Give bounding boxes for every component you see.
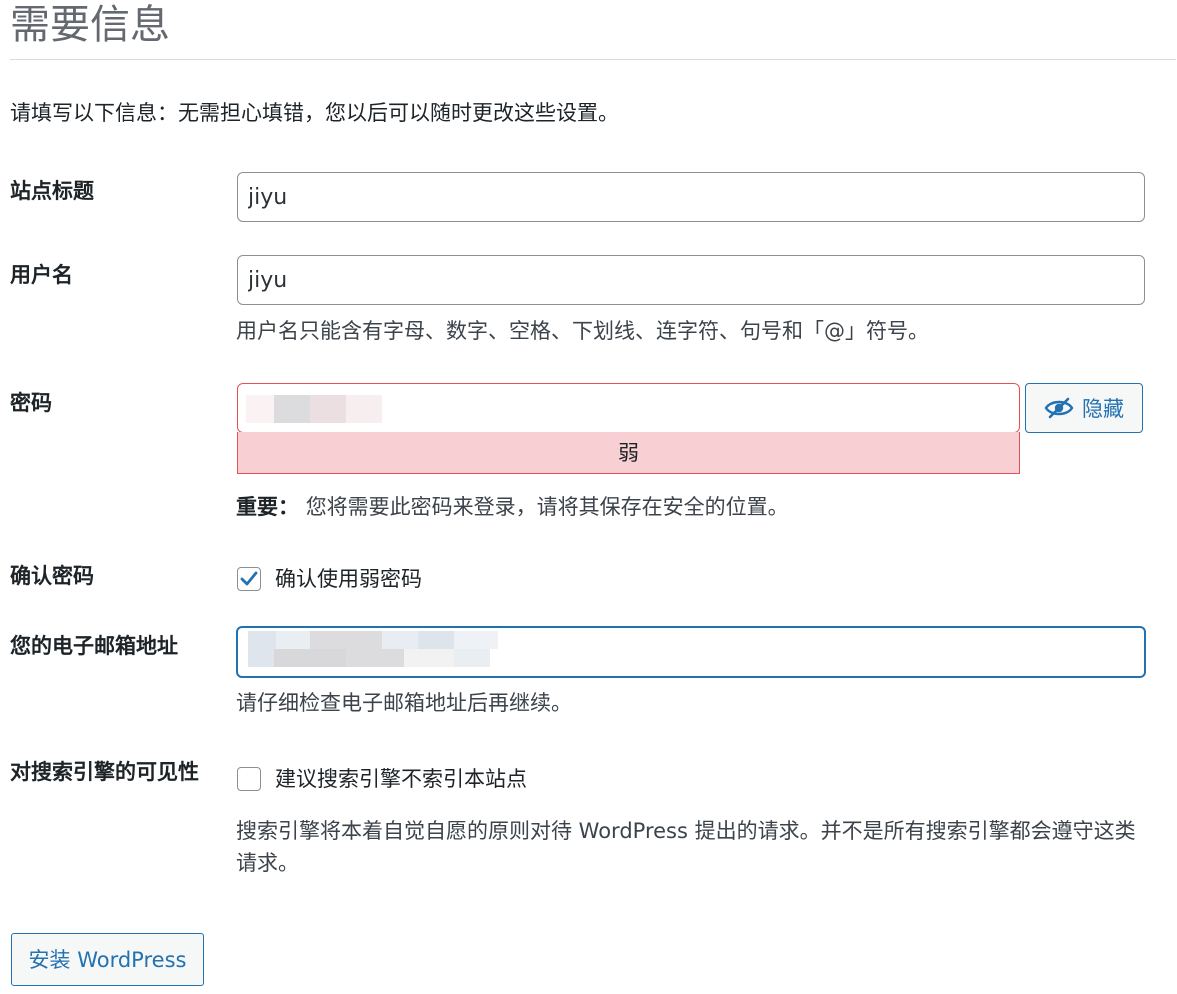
password-redacted [274, 395, 310, 423]
email-redacted [404, 649, 454, 667]
email-redacted [382, 631, 418, 649]
hide-password-button[interactable]: 隐藏 [1025, 383, 1143, 433]
password-label: 密码 [10, 391, 52, 415]
title-divider [10, 59, 1176, 60]
email-hint: 请仔细检查电子邮箱地址后再继续。 [236, 691, 572, 715]
password-strength-meter: 弱 [237, 432, 1020, 474]
install-wordpress-button[interactable]: 安装 WordPress [11, 933, 204, 986]
password-input[interactable] [237, 383, 1020, 433]
username-input[interactable] [237, 255, 1145, 305]
site-title-input[interactable] [237, 172, 1145, 222]
password-redacted [346, 395, 382, 423]
email-redacted [454, 649, 490, 667]
email-redacted [276, 631, 310, 649]
eye-slash-icon [1044, 397, 1074, 419]
discourage-search-checkbox[interactable] [237, 767, 261, 791]
hide-password-label: 隐藏 [1082, 397, 1124, 421]
confirm-weak-password-label[interactable]: 确认使用弱密码 [275, 564, 422, 594]
email-redacted [418, 631, 454, 649]
username-hint: 用户名只能含有字母、数字、空格、下划线、连字符、句号和「@」符号。 [236, 319, 929, 343]
email-redacted [248, 631, 276, 667]
important-label: 重要： [236, 495, 299, 519]
email-redacted [454, 631, 498, 649]
search-visibility-hint: 搜索引擎将本着自觉自愿的原则对待 WordPress 提出的请求。并不是所有搜索… [236, 819, 1136, 875]
email-redacted [310, 631, 382, 649]
search-visibility-label: 对搜索引擎的可见性 [10, 760, 199, 784]
email-redacted [346, 649, 404, 667]
password-redacted [246, 395, 276, 423]
email-redacted [274, 649, 346, 667]
important-text: 您将需要此密码来登录，请将其保存在安全的位置。 [305, 495, 789, 519]
password-redacted [310, 395, 346, 423]
discourage-search-label[interactable]: 建议搜索引擎不索引本站点 [275, 764, 527, 794]
email-label: 您的电子邮箱地址 [10, 634, 178, 658]
username-label: 用户名 [10, 263, 73, 287]
checkmark-icon [240, 571, 258, 586]
confirm-weak-password-checkbox[interactable] [237, 567, 261, 591]
password-important-note: 重要： 您将需要此密码来登录，请将其保存在安全的位置。 [236, 491, 789, 523]
intro-text: 请填写以下信息：无需担心填错，您以后可以随时更改这些设置。 [10, 101, 619, 125]
confirm-password-label: 确认密码 [10, 564, 94, 588]
page-title: 需要信息 [10, 2, 170, 48]
email-input[interactable] [236, 626, 1146, 678]
site-title-label: 站点标题 [10, 179, 94, 203]
